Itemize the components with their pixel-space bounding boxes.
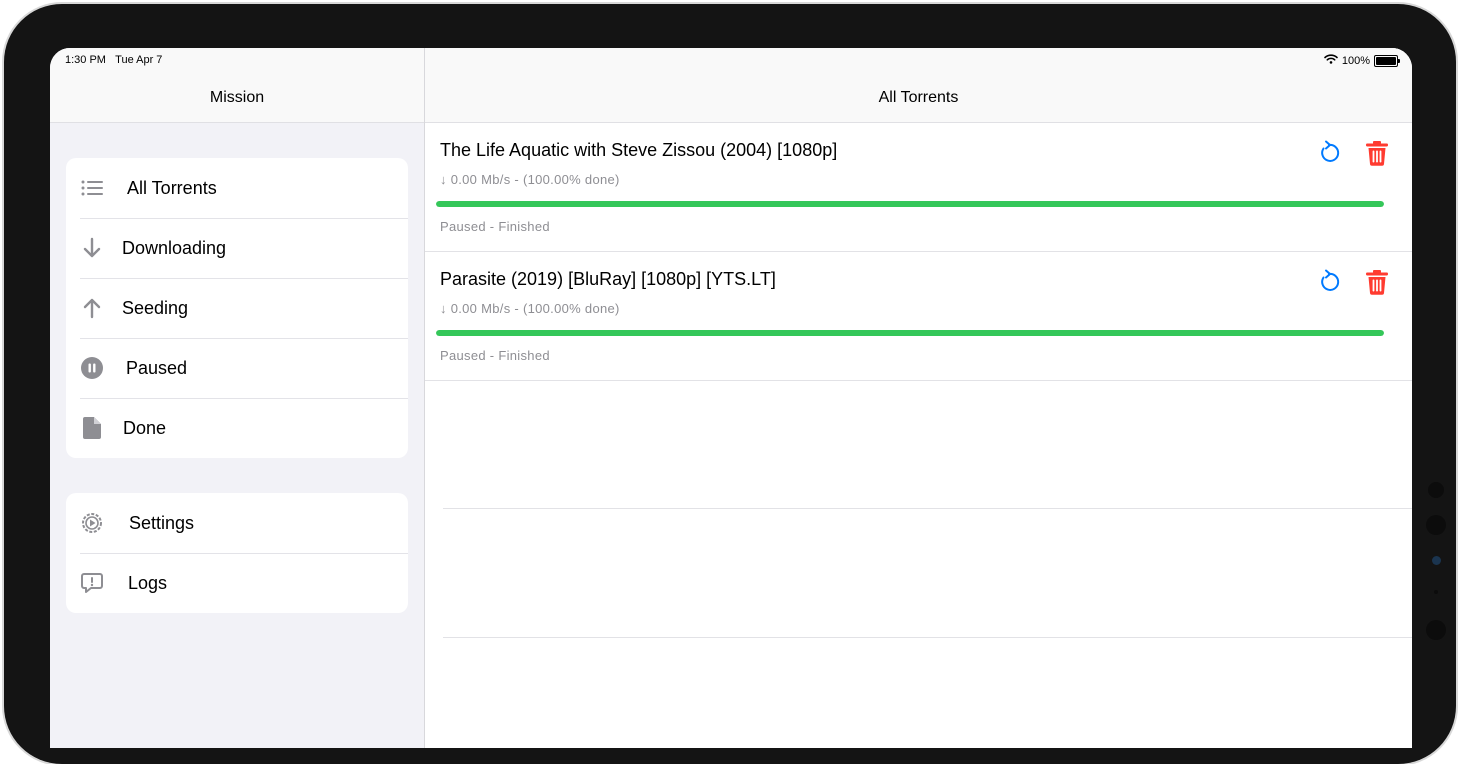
delete-button[interactable] [1364, 139, 1392, 167]
resume-button[interactable] [1315, 139, 1343, 167]
device-camera [1426, 515, 1446, 535]
arrow-down-icon [80, 236, 104, 260]
torrent-status: Paused - Finished [440, 348, 550, 363]
screen: Mission All Torrents Downloading Seeding [50, 48, 1412, 748]
sidebar-item-label: Settings [129, 512, 195, 533]
status-date: Tue Apr 7 [115, 54, 163, 66]
sidebar-item-label: Done [123, 417, 167, 438]
torrent-name: Parasite (2019) [BluRay] [1080p] [YTS.LT… [440, 269, 776, 289]
sidebar-item-label: Logs [128, 572, 168, 593]
progress-bar [436, 330, 1384, 336]
device-sensor [1428, 482, 1444, 498]
sidebar: Mission All Torrents Downloading Seeding [50, 48, 425, 748]
sidebar-item-paused[interactable]: Paused [66, 338, 408, 398]
sidebar-item-label: Paused [126, 357, 188, 378]
main-header: All Torrents [425, 48, 1412, 123]
trash-icon [1364, 139, 1392, 167]
progress-fill [436, 330, 1384, 336]
torrent-name: The Life Aquatic with Steve Zissou (2004… [440, 140, 838, 160]
arrow-up-icon [80, 296, 104, 320]
page-title: All Torrents [878, 89, 959, 106]
sidebar-item-seeding[interactable]: Seeding [66, 278, 408, 338]
sidebar-item-label: Downloading [122, 237, 227, 258]
sidebar-item-label: All Torrents [127, 177, 217, 198]
torrent-speed: ↓ 0.00 Mb/s - (100.00% done) [440, 301, 620, 316]
sidebar-group-app: Settings Logs [66, 493, 408, 613]
gear-icon [80, 511, 104, 535]
sidebar-title: Mission [209, 89, 265, 106]
alert-bubble-icon [80, 571, 104, 595]
status-time: 1:30 PM Tue Apr 7 [65, 54, 162, 66]
device-camera-lens [1432, 556, 1441, 565]
main-panel: All Torrents The Life Aquatic with Steve… [425, 48, 1412, 748]
pause-circle-icon [80, 356, 104, 380]
trash-icon [1364, 268, 1392, 296]
torrent-speed: ↓ 0.00 Mb/s - (100.00% done) [440, 172, 620, 187]
resume-button[interactable] [1315, 268, 1343, 296]
delete-button[interactable] [1364, 268, 1392, 296]
battery-percent: 100% [1341, 54, 1370, 67]
progress-fill [436, 201, 1384, 207]
device-flash [1426, 620, 1446, 640]
document-icon [80, 416, 104, 440]
sidebar-item-downloading[interactable]: Downloading [66, 218, 408, 278]
device-mic [1434, 590, 1438, 594]
sidebar-item-logs[interactable]: Logs [66, 553, 408, 613]
sidebar-item-all-torrents[interactable]: All Torrents [66, 158, 408, 218]
sidebar-item-settings[interactable]: Settings [66, 493, 408, 553]
torrent-status: Paused - Finished [440, 219, 550, 234]
progress-bar [436, 201, 1384, 207]
wifi-icon [1324, 54, 1338, 67]
sidebar-group-filters: All Torrents Downloading Seeding Paused [66, 158, 408, 458]
battery-icon [1374, 54, 1400, 67]
sidebar-item-label: Seeding [122, 297, 189, 318]
refresh-icon [1315, 268, 1343, 296]
empty-row-divider [443, 637, 1412, 638]
status-indicators: 100% [1324, 54, 1400, 67]
torrent-row[interactable]: The Life Aquatic with Steve Zissou (2004… [425, 123, 1412, 252]
status-clock: 1:30 PM [65, 54, 106, 66]
list-icon [80, 176, 104, 200]
refresh-icon [1315, 139, 1343, 167]
empty-row-divider [443, 508, 1412, 509]
sidebar-item-done[interactable]: Done [66, 398, 408, 458]
torrent-row[interactable]: Parasite (2019) [BluRay] [1080p] [YTS.LT… [425, 252, 1412, 381]
